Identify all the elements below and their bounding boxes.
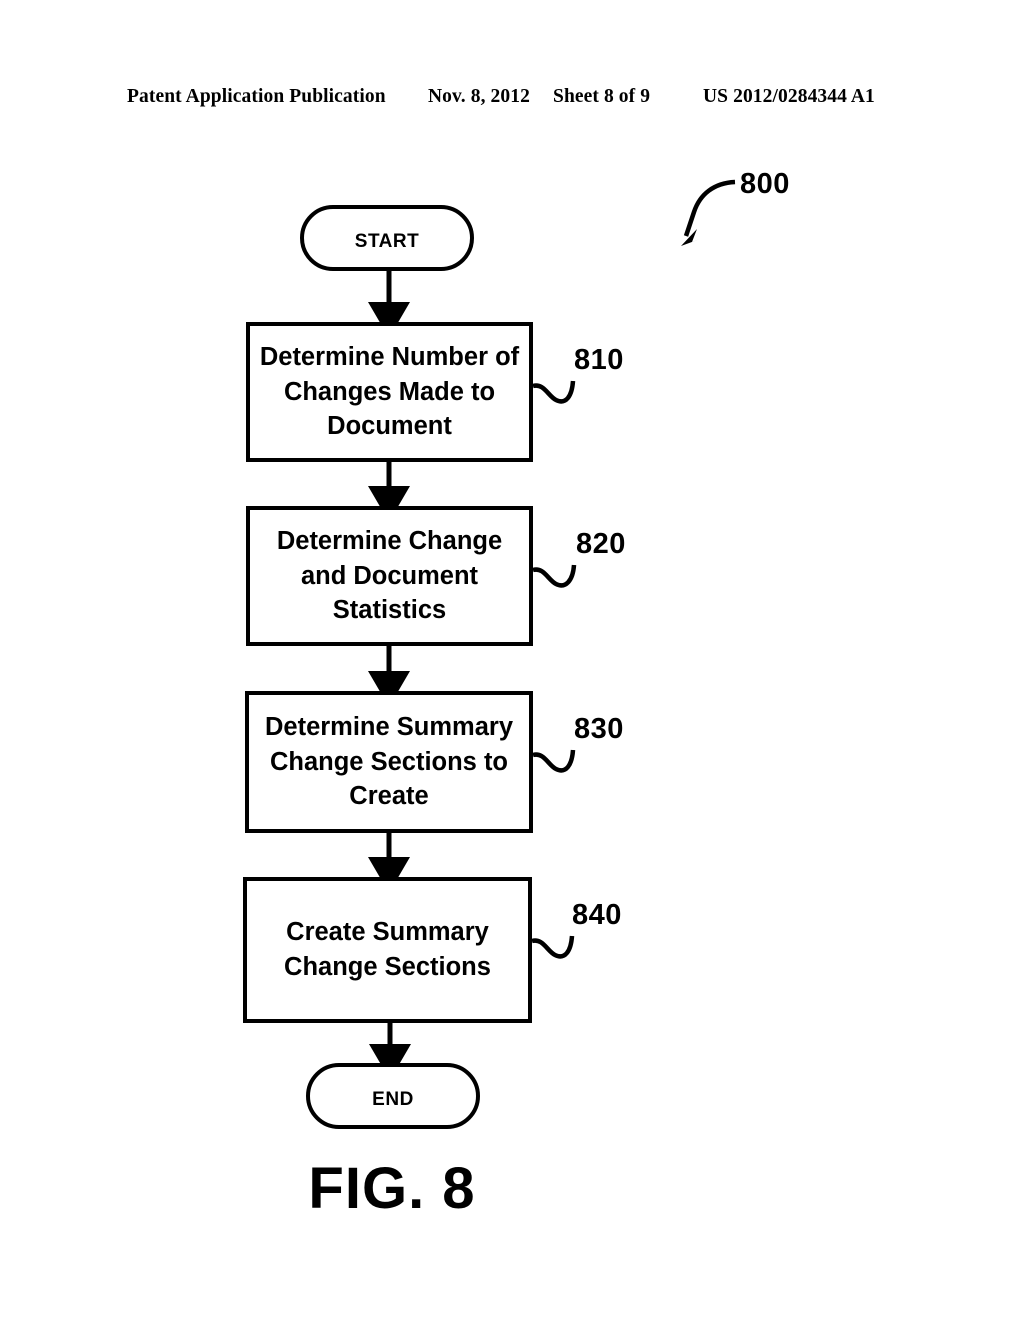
flowchart-step-830: Determine Summary Change Sections to Cre…	[245, 691, 533, 833]
end-node-label: End	[372, 1080, 414, 1111]
figure-caption: FIG. 8	[308, 1156, 476, 1221]
flowchart-step-810: Determine Number of Changes Made to Docu…	[246, 322, 533, 462]
leader-line-810	[532, 380, 576, 404]
figure-caption-container: FIG. 8	[0, 1155, 1024, 1222]
reference-numeral-800: 800	[740, 168, 790, 200]
leader-line-840	[531, 935, 575, 959]
step-810-label: Determine Number of Changes Made to Docu…	[259, 342, 520, 441]
reference-numeral-820: 820	[576, 528, 626, 560]
step-820-label: Determine Change and Document Statistics	[276, 526, 503, 625]
flowchart-step-840: Create Summary Change Sections	[243, 877, 532, 1023]
flowchart-start-node: Start	[300, 205, 474, 271]
leader-arrowhead-800	[681, 229, 700, 246]
flowchart-end-node: End	[306, 1063, 480, 1129]
leader-line-830	[532, 749, 576, 773]
flowchart-step-820: Determine Change and Document Statistics	[246, 506, 533, 646]
reference-numeral-810: 810	[574, 344, 624, 376]
start-node-label: Start	[354, 222, 420, 253]
leader-line-800	[683, 179, 736, 237]
step-840-label: Create Summary Change Sections	[284, 918, 491, 981]
step-830-label: Determine Summary Change Sections to Cre…	[264, 712, 513, 811]
leader-line-820	[532, 564, 577, 588]
reference-numeral-840: 840	[572, 899, 622, 931]
flowchart-canvas	[367, 179, 736, 1080]
reference-numeral-830: 830	[574, 713, 624, 745]
